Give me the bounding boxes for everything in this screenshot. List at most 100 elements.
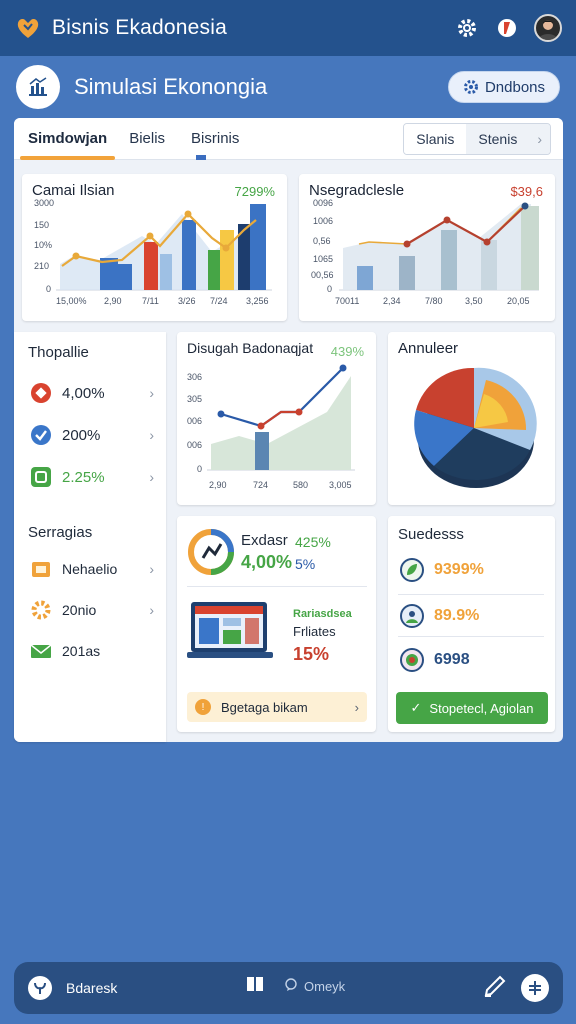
x-tick: 3/26 <box>178 296 196 306</box>
pen-icon[interactable] <box>483 974 507 1003</box>
bar <box>250 204 266 290</box>
exchange-main-value: 4,00% <box>241 552 293 572</box>
y-tick: 00,56 <box>311 270 334 280</box>
exchange-button[interactable]: ! Bgetaga bikam › <box>187 692 367 722</box>
success-value: 89.9% <box>434 607 480 624</box>
y-tick: 0,56 <box>313 236 331 246</box>
success-button[interactable]: ✓ Stopetecl, Agiolan <box>396 692 548 724</box>
x-tick: 2,90 <box>104 296 122 306</box>
list-item-label: 201as <box>62 643 101 659</box>
avatar[interactable] <box>534 14 562 42</box>
y-tick: 0096 <box>313 198 333 208</box>
bar <box>521 206 539 290</box>
x-tick: 2,34 <box>383 296 401 306</box>
chevron-right-icon: › <box>354 699 359 715</box>
bar <box>118 264 132 290</box>
bar <box>441 230 457 290</box>
list-item-label: 20nio <box>62 602 97 618</box>
settings-button[interactable]: Dndbons <box>447 71 560 103</box>
leaf-icon[interactable] <box>28 976 52 1000</box>
tab-bielis[interactable]: Bielis <box>121 118 173 160</box>
exchange-green-value: 425% <box>295 534 331 550</box>
tab-indicator <box>196 155 206 160</box>
exchange-title: Exdasr <box>241 532 288 549</box>
bar <box>481 240 497 290</box>
bar <box>208 250 220 290</box>
bottom-label[interactable]: Bdaresk <box>66 980 117 996</box>
list-item-label: 4,00% <box>62 384 105 402</box>
chevron-right-icon: › <box>149 602 154 618</box>
success-row[interactable]: 9399% <box>400 550 546 590</box>
chevron-right-icon: › <box>149 385 154 401</box>
exchange-card: Exdasr 4,00% 425% 5% Rariasdsea Frliates… <box>177 516 376 732</box>
settings-button-label: Dndbons <box>484 78 545 96</box>
chart-card-2[interactable]: Nsegradclesle $39,6 0096 1006 0,56 1065 … <box>299 174 555 321</box>
book-icon[interactable] <box>246 976 264 997</box>
app-logo-icon[interactable] <box>14 14 42 42</box>
list-item-gear[interactable]: 20nio › <box>30 595 154 625</box>
sidebar-card: Thopallie 4,00% › 200% › 2.25% › Serragi… <box>14 332 166 742</box>
page-title: Simulasi Ekonongia <box>74 74 268 99</box>
chart-card-3[interactable]: Disugah Badonaqjat 439% 306 305 006 006 … <box>177 332 376 505</box>
exchange-subtitle-green: Rariasdsea <box>293 608 352 620</box>
gear-icon[interactable] <box>454 15 480 41</box>
info-icon: ! <box>195 699 211 715</box>
x-tick: 7/80 <box>425 296 443 306</box>
add-icon[interactable] <box>521 974 549 1002</box>
chevron-right-icon: › <box>149 427 154 443</box>
y-tick: 0 <box>327 284 332 294</box>
x-tick: 2,90 <box>209 480 227 490</box>
notification-icon[interactable] <box>494 15 520 41</box>
x-tick: 15,00% <box>56 296 87 306</box>
check-icon <box>30 424 52 446</box>
tab-bisrinis[interactable]: Bisrinis <box>183 118 247 160</box>
mail-icon <box>30 640 52 662</box>
success-button-label: Stopetecl, Agiolan <box>429 700 534 716</box>
app-title: Bisnis Ekadonesia <box>52 16 227 39</box>
user-icon <box>400 604 424 628</box>
y-tick: 210 <box>34 261 49 271</box>
success-row[interactable]: 6998 <box>400 640 546 680</box>
success-title: Suedesss <box>398 526 464 543</box>
chevron-right-icon: › <box>149 469 154 485</box>
y-tick: 0 <box>46 284 51 294</box>
success-row[interactable]: 89.9% <box>400 596 546 636</box>
x-tick: 7/24 <box>210 296 228 306</box>
bar <box>182 220 196 290</box>
exchange-red-value: 15% <box>293 644 330 664</box>
gear-icon <box>463 80 478 94</box>
segment-control: Slanis Stenis › <box>403 123 551 155</box>
success-value: 6998 <box>434 651 470 668</box>
list-item-box[interactable]: Nehaelio › <box>30 554 154 584</box>
bar <box>160 254 172 290</box>
y-tick: 10% <box>34 240 52 250</box>
segment-slanis[interactable]: Slanis <box>404 124 467 154</box>
list-item-label: 2.25% <box>62 468 105 486</box>
line-chart: 306 305 006 006 0 2,90 724 580 3,005 <box>187 364 355 490</box>
bar <box>220 230 234 290</box>
chart-icon <box>16 65 60 109</box>
chevron-right-icon[interactable]: › <box>529 124 550 154</box>
tab-simdowjan[interactable]: Simdowjan <box>20 118 116 160</box>
segment-stenis[interactable]: Stenis <box>466 124 530 154</box>
list-item-app[interactable]: 2.25% › <box>30 462 154 492</box>
bar-line-chart: 3000 150 10% 210 0 15,00% 2,90 7/11 3/26… <box>34 198 272 306</box>
y-tick: 006 <box>187 416 202 426</box>
x-tick: 7/11 <box>142 296 159 306</box>
chart-card-4[interactable]: Annuleer <box>388 332 555 505</box>
list-item-check[interactable]: 200% › <box>30 420 154 450</box>
success-card: Suedesss 9399% 89.9% 6998 ✓ Stopetecl, A… <box>388 516 555 732</box>
y-tick: 006 <box>187 440 202 450</box>
page-header: Simulasi Ekonongia Dndbons <box>0 56 576 118</box>
exchange-button-label: Bgetaga bikam <box>221 699 308 715</box>
list-item-mail[interactable]: 201as <box>30 636 154 666</box>
chart-card-1[interactable]: Camai Ilsian 7299% 3000 150 10% 210 0 15… <box>22 174 287 321</box>
exchange-icon <box>188 529 234 575</box>
bottom-bar: Bdaresk Omeyk <box>14 962 563 1014</box>
chevron-right-icon: › <box>149 561 154 577</box>
comment-button[interactable]: Omeyk <box>284 978 345 995</box>
list-item-label: 200% <box>62 426 101 444</box>
y-tick: 1006 <box>313 216 333 226</box>
list-item-warning[interactable]: 4,00% › <box>30 378 154 408</box>
tab-bar: Simdowjan Bielis Bisrinis Slanis Stenis … <box>14 118 563 160</box>
